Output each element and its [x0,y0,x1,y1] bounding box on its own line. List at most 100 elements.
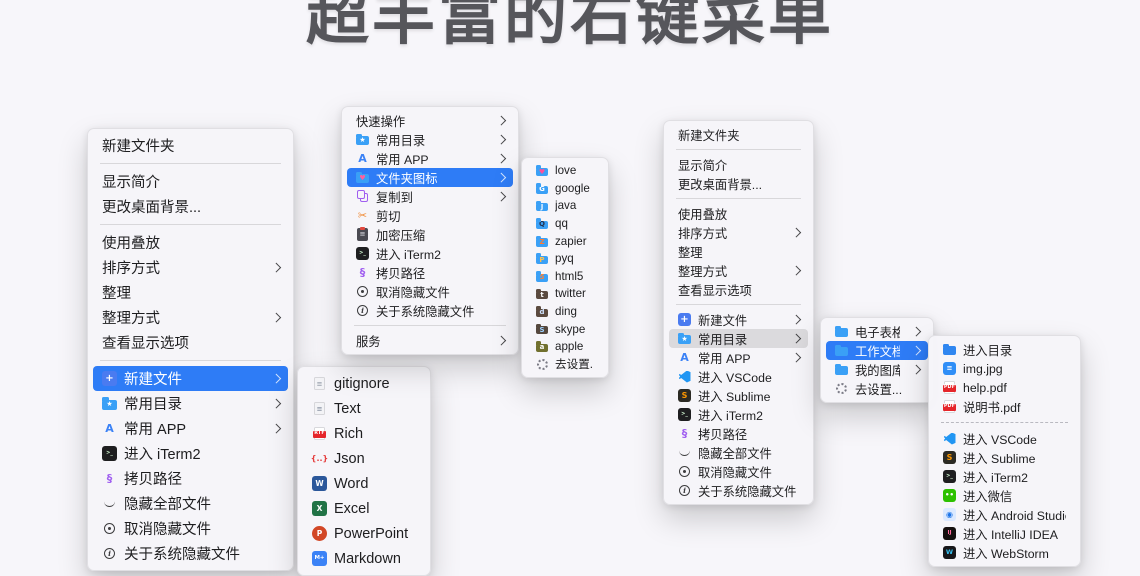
chevron-right-icon [496,116,505,125]
menu-item-label: 取消隐藏文件 [124,518,279,539]
menu-item[interactable]: §拷贝路径 [347,263,513,282]
menu-item[interactable]: 取消隐藏文件 [347,282,513,301]
menu-item[interactable]: 服务 [347,331,513,350]
menu-item-label: img.jpg [963,362,1066,376]
menu-item[interactable]: S进入 Sublime [934,448,1075,467]
menu-item[interactable]: 复制到 [347,187,513,206]
menu-item[interactable]: XExcel [303,496,425,521]
new-file-type-submenu: ≡gitignore≡TextRTFRich{..}JsonWWordXExce… [297,366,431,576]
chevron-right-icon [496,173,505,182]
menu-item[interactable]: RTFRich [303,421,425,446]
appstore-icon: A [678,351,691,364]
menu-item[interactable]: 隐藏全部文件 [669,443,808,462]
folder-love-icon: ♥ [536,165,548,177]
menu-item[interactable]: 新建文件夹 [669,125,808,144]
menu-item[interactable]: i关于系统隐藏文件 [347,301,513,320]
menu-item-label: 关于系统隐藏文件 [698,482,799,500]
menu-item[interactable]: 进入 VSCode [934,429,1075,448]
menu-item[interactable]: >_进入 iTerm2 [93,441,288,466]
menu-item[interactable]: i关于系统隐藏文件 [669,481,808,500]
copy-path-icon: § [356,266,369,279]
menu-item[interactable]: A常用 APP [347,149,513,168]
menu-item[interactable]: 工作文档 [826,341,928,360]
menu-item[interactable]: dding [527,303,603,321]
menu-item[interactable]: >_进入 iTerm2 [934,467,1075,486]
menu-item[interactable]: 进入 VSCode [669,367,808,386]
menu-item[interactable]: 排序方式 [669,223,808,242]
menu-item[interactable]: ★常用目录 [347,130,513,149]
menu-item[interactable]: S进入 Sublime [669,386,808,405]
menu-item[interactable]: 隐藏全部文件 [93,491,288,516]
menu-item[interactable]: ≡gitignore [303,371,425,396]
menu-item[interactable]: ♥文件夹图标 [347,168,513,187]
menu-item[interactable]: 去设置... [826,379,928,398]
menu-item[interactable]: ♥love [527,162,603,180]
menu-item[interactable]: 使用叠放 [669,204,808,223]
menu-item[interactable]: 快速操作 [347,111,513,130]
menu-item[interactable]: 显示简介 [93,169,288,194]
menu-item[interactable]: ★常用目录 [93,391,288,416]
menu-item[interactable]: A常用 APP [669,348,808,367]
menu-item[interactable]: 取消隐藏文件 [93,516,288,541]
menu-item[interactable]: 去设置... [527,356,603,374]
menu-item[interactable]: ••进入微信 [934,486,1075,505]
menu-item[interactable]: Ggoogle [527,180,603,198]
menu-item[interactable]: +新建文件 [93,366,288,391]
menu-item[interactable]: ≡Text [303,396,425,421]
menu-item[interactable]: Jjava [527,197,603,215]
menu-item[interactable]: 取消隐藏文件 [669,462,808,481]
menu-item[interactable]: M+Markdown [303,546,425,571]
menu-item[interactable]: aapple [527,338,603,356]
folder-pyq-icon: P [536,253,548,265]
menu-item[interactable]: ≡img.jpg [934,359,1075,378]
menu-item[interactable]: i关于系统隐藏文件 [93,541,288,566]
menu-item[interactable]: §拷贝路径 [669,424,808,443]
menu-item[interactable]: 整理 [669,242,808,261]
menu-item[interactable]: 更改桌面背景... [669,174,808,193]
gear-icon [835,382,848,395]
menu-item[interactable]: 显示简介 [669,155,808,174]
menu-item[interactable]: 更改桌面背景... [93,194,288,219]
menu-item[interactable]: 我的图库 [826,360,928,379]
chevron-right-icon [271,424,280,433]
menu-item[interactable]: 整理方式 [93,305,288,330]
menu-separator [676,198,801,199]
menu-item[interactable]: 整理方式 [669,261,808,280]
menu-item[interactable]: ✂剪切 [347,206,513,225]
menu-item-label: 排序方式 [678,224,780,242]
menu-separator [100,224,281,225]
menu-item[interactable]: >_进入 iTerm2 [347,244,513,263]
menu-item[interactable]: Ppyq [527,250,603,268]
menu-item[interactable]: +新建文件 [669,310,808,329]
menu-item[interactable]: 使用叠放 [93,230,288,255]
menu-item[interactable]: 电子表格 [826,322,928,341]
gear-icon [536,358,548,370]
menu-item[interactable]: W进入 WebStorm [934,543,1075,562]
menu-item[interactable]: ≡加密压缩 [347,225,513,244]
menu-item[interactable]: §拷贝路径 [93,466,288,491]
menu-item[interactable]: WWord [303,471,425,496]
menu-item[interactable]: 新建文件夹 [93,133,288,158]
menu-separator [100,163,281,164]
menu-item-label: 快速操作 [356,112,485,130]
menu-item[interactable]: {..}Json [303,446,425,471]
menu-item[interactable]: >_进入 iTerm2 [669,405,808,424]
menu-item[interactable]: 排序方式 [93,255,288,280]
menu-item[interactable]: Zzapier [527,232,603,250]
menu-item[interactable]: 5html5 [527,268,603,286]
menu-item[interactable]: ttwitter [527,285,603,303]
menu-item[interactable]: IJ进入 IntelliJ IDEA [934,524,1075,543]
menu-item-label: 隐藏全部文件 [124,493,279,514]
menu-item[interactable]: 进入目录 [934,340,1075,359]
menu-item[interactable]: ◉进入 Android Studio [934,505,1075,524]
menu-item[interactable]: PDFhelp.pdf [934,378,1075,397]
menu-item[interactable]: 查看显示选项 [669,280,808,299]
menu-item[interactable]: PDF说明书.pdf [934,397,1075,416]
menu-item[interactable]: Sskype [527,320,603,338]
menu-item[interactable]: A常用 APP [93,416,288,441]
menu-item[interactable]: 查看显示选项 [93,330,288,355]
menu-item[interactable]: Qqq [527,215,603,233]
menu-item[interactable]: PPowerPoint [303,521,425,546]
menu-item[interactable]: 整理 [93,280,288,305]
menu-item[interactable]: ★常用目录 [669,329,808,348]
